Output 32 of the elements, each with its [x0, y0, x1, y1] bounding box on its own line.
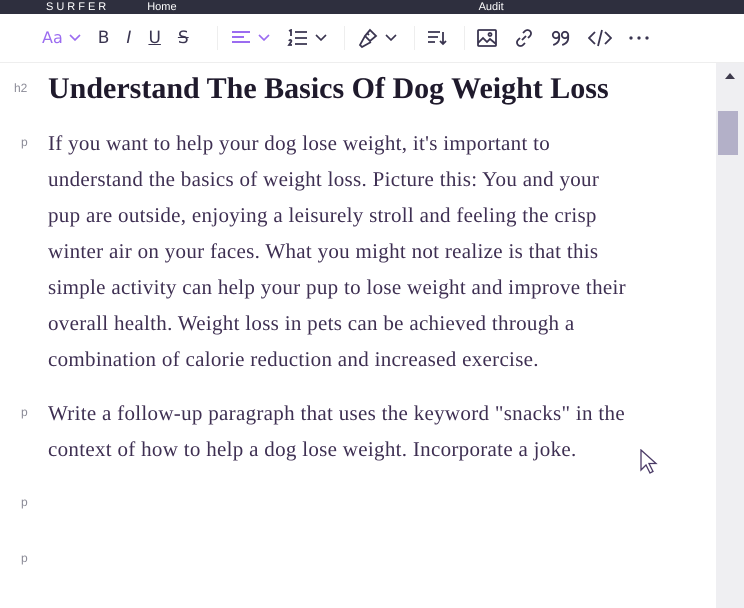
scrollbar[interactable]	[716, 63, 744, 608]
italic-button[interactable]: I	[120, 24, 138, 52]
link-icon	[514, 28, 534, 48]
logo-text[interactable]: SURFER	[46, 1, 110, 13]
paragraph-text: Write a follow-up paragraph that uses the keyword "snacks" in the context of how to help a dog lose weight. Incorporate a joke.	[48, 400, 626, 463]
chevron-down-icon	[68, 34, 81, 42]
scrollbar-thumb[interactable]	[718, 111, 738, 155]
block-type-label: p	[20, 404, 29, 419]
nav-link[interactable]: Home	[147, 1, 177, 13]
block-type-label: p	[20, 134, 29, 149]
image-icon	[476, 29, 497, 47]
bold-button[interactable]: B	[92, 24, 116, 52]
chevron-down-icon	[314, 34, 327, 42]
paintbrush-icon	[356, 27, 379, 49]
numbered-list-icon	[286, 29, 309, 47]
more-icon	[628, 36, 649, 40]
chevron-down-icon	[258, 34, 270, 42]
sort-lines-icon	[426, 29, 447, 47]
block-type-label: p	[20, 494, 29, 509]
mouse-pointer-icon	[640, 449, 658, 475]
chevron-down-icon	[384, 34, 397, 42]
block-type-label: h2	[13, 80, 28, 95]
quote-icon	[550, 29, 571, 47]
strike-button[interactable]: S	[172, 24, 195, 52]
paragraph-text: If you want to help your dog lose weight, it's important to understand the basics of weight loss. Picture this: You and your pup are outside, enjoying a leisurely stroll and feeling the crisp winter air on your faces. What you might not realize is that this simple activity can help your pup to lose weight and improve their overall health. Weight loss in pets can be achieved through a combination of calorie reduction and increased exercise.	[48, 130, 627, 373]
underline-button[interactable]: U	[142, 24, 167, 52]
block-type-label: p	[20, 550, 29, 565]
nav-link[interactable]: Audit	[478, 1, 504, 13]
code-icon	[588, 29, 612, 47]
section-heading: Understand The Basics Of Dog Weight Loss	[48, 71, 609, 107]
font-button[interactable]: Aa	[36, 24, 87, 52]
scroll-up-arrow-icon[interactable]	[725, 73, 735, 79]
